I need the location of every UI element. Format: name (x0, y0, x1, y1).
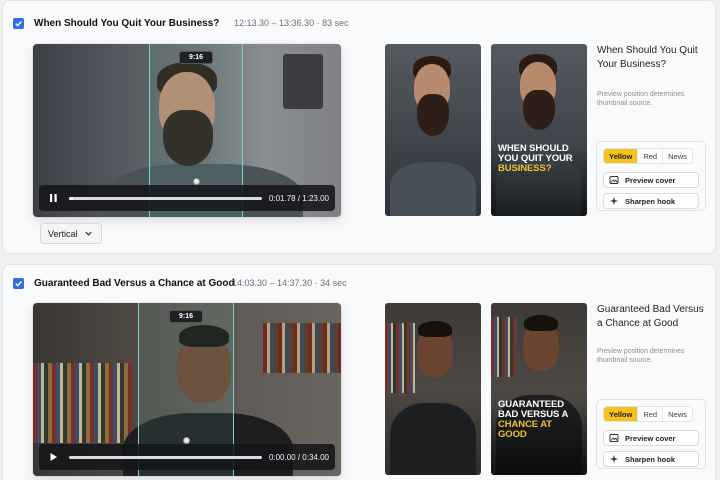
style-option-yellow[interactable]: Yellow (604, 149, 639, 163)
thumbnail-cover[interactable]: WHEN SHOULD YOU QUIT YOUR BUSINESS? (491, 44, 587, 216)
style-option-red[interactable]: Red (638, 149, 664, 163)
preview-cover-button[interactable]: Preview cover (603, 430, 699, 446)
clip-checkbox-1[interactable] (13, 18, 24, 29)
chevron-down-icon (85, 231, 92, 236)
player-controls: 0:01.78 / 1:23.00 (39, 185, 335, 211)
progress-fill (69, 196, 73, 200)
image-icon (609, 434, 619, 442)
clip-meta: 12:13.30 – 13:36.30 · 83 sec (234, 18, 349, 28)
video-player[interactable]: 9:16 0:01.78 / 1:23.00 (33, 44, 341, 217)
side-title: Guaranteed Bad Versus a Chance at Good (597, 304, 704, 329)
aspect-ratio-label: 9:16 (178, 51, 214, 64)
sharpen-hook-button[interactable]: Sharpen hook (603, 451, 699, 467)
sharpen-hook-button[interactable]: Sharpen hook (603, 193, 699, 209)
clip-title: When Should You Quit Your Business? (34, 18, 220, 29)
clip-card-1: When Should You Quit Your Business? 12:1… (2, 0, 716, 254)
playback-time: 0:00.00 / 0:34.00 (268, 452, 329, 462)
pause-icon (49, 194, 57, 202)
progress-track[interactable] (69, 196, 262, 200)
aspect-ratio-label: 9:16 (168, 310, 204, 323)
preview-cover-button[interactable]: Preview cover (603, 172, 699, 188)
clip-meta: 14:03.30 – 14:37.30 · 34 sec (232, 278, 347, 288)
clip-title: Guaranteed Bad Versus a Chance at Good (34, 278, 235, 289)
pause-button[interactable] (45, 190, 61, 206)
style-option-yellow[interactable]: Yellow (604, 407, 639, 421)
play-button[interactable] (45, 449, 61, 465)
cover-style-panel: Yellow Red News Preview cover Sharpen ho… (596, 141, 706, 211)
background-window (283, 54, 323, 109)
sparkle-icon (609, 196, 619, 206)
playback-time: 0:01.78 / 1:23.00 (268, 193, 329, 203)
video-player[interactable]: 9:16 0:00.00 / 0:34.00 (33, 303, 341, 476)
sparkle-icon (609, 454, 619, 464)
clip-card-2: Guaranteed Bad Versus a Chance at Good 1… (2, 264, 716, 480)
style-segmented-control: Yellow Red News (603, 406, 693, 422)
progress-track[interactable] (69, 455, 262, 459)
bookshelf (33, 363, 133, 443)
crop-handle[interactable] (183, 437, 190, 444)
side-note: Preview position determines thumbnail so… (597, 348, 685, 365)
orientation-value: Vertical (48, 228, 78, 239)
player-controls: 0:00.00 / 0:34.00 (39, 444, 335, 470)
image-icon (609, 176, 619, 184)
checkbox-checked-icon (15, 281, 22, 287)
thumbnail-frame[interactable] (385, 44, 481, 216)
style-option-news[interactable]: News (663, 407, 692, 421)
thumbnail-cover[interactable]: GUARANTEED BAD VERSUS A CHANCE AT GOOD (491, 303, 587, 475)
style-option-news[interactable]: News (663, 149, 692, 163)
orientation-select[interactable]: Vertical (40, 223, 102, 244)
style-segmented-control: Yellow Red News (603, 148, 693, 164)
side-note: Preview position determines thumbnail so… (597, 91, 685, 108)
checkbox-checked-icon (15, 21, 22, 27)
bookshelf-right (263, 323, 341, 373)
side-title: When Should You Quit Your Business? (597, 45, 698, 70)
play-icon (50, 453, 57, 461)
cover-headline: WHEN SHOULD YOU QUIT YOUR BUSINESS? (498, 143, 573, 175)
cover-headline: GUARANTEED BAD VERSUS A CHANCE AT GOOD (498, 399, 568, 441)
cover-style-panel: Yellow Red News Preview cover Sharpen ho… (596, 399, 706, 469)
style-option-red[interactable]: Red (638, 407, 664, 421)
crop-handle[interactable] (193, 178, 200, 185)
clip-checkbox-2[interactable] (13, 278, 24, 289)
thumbnail-frame[interactable] (385, 303, 481, 475)
